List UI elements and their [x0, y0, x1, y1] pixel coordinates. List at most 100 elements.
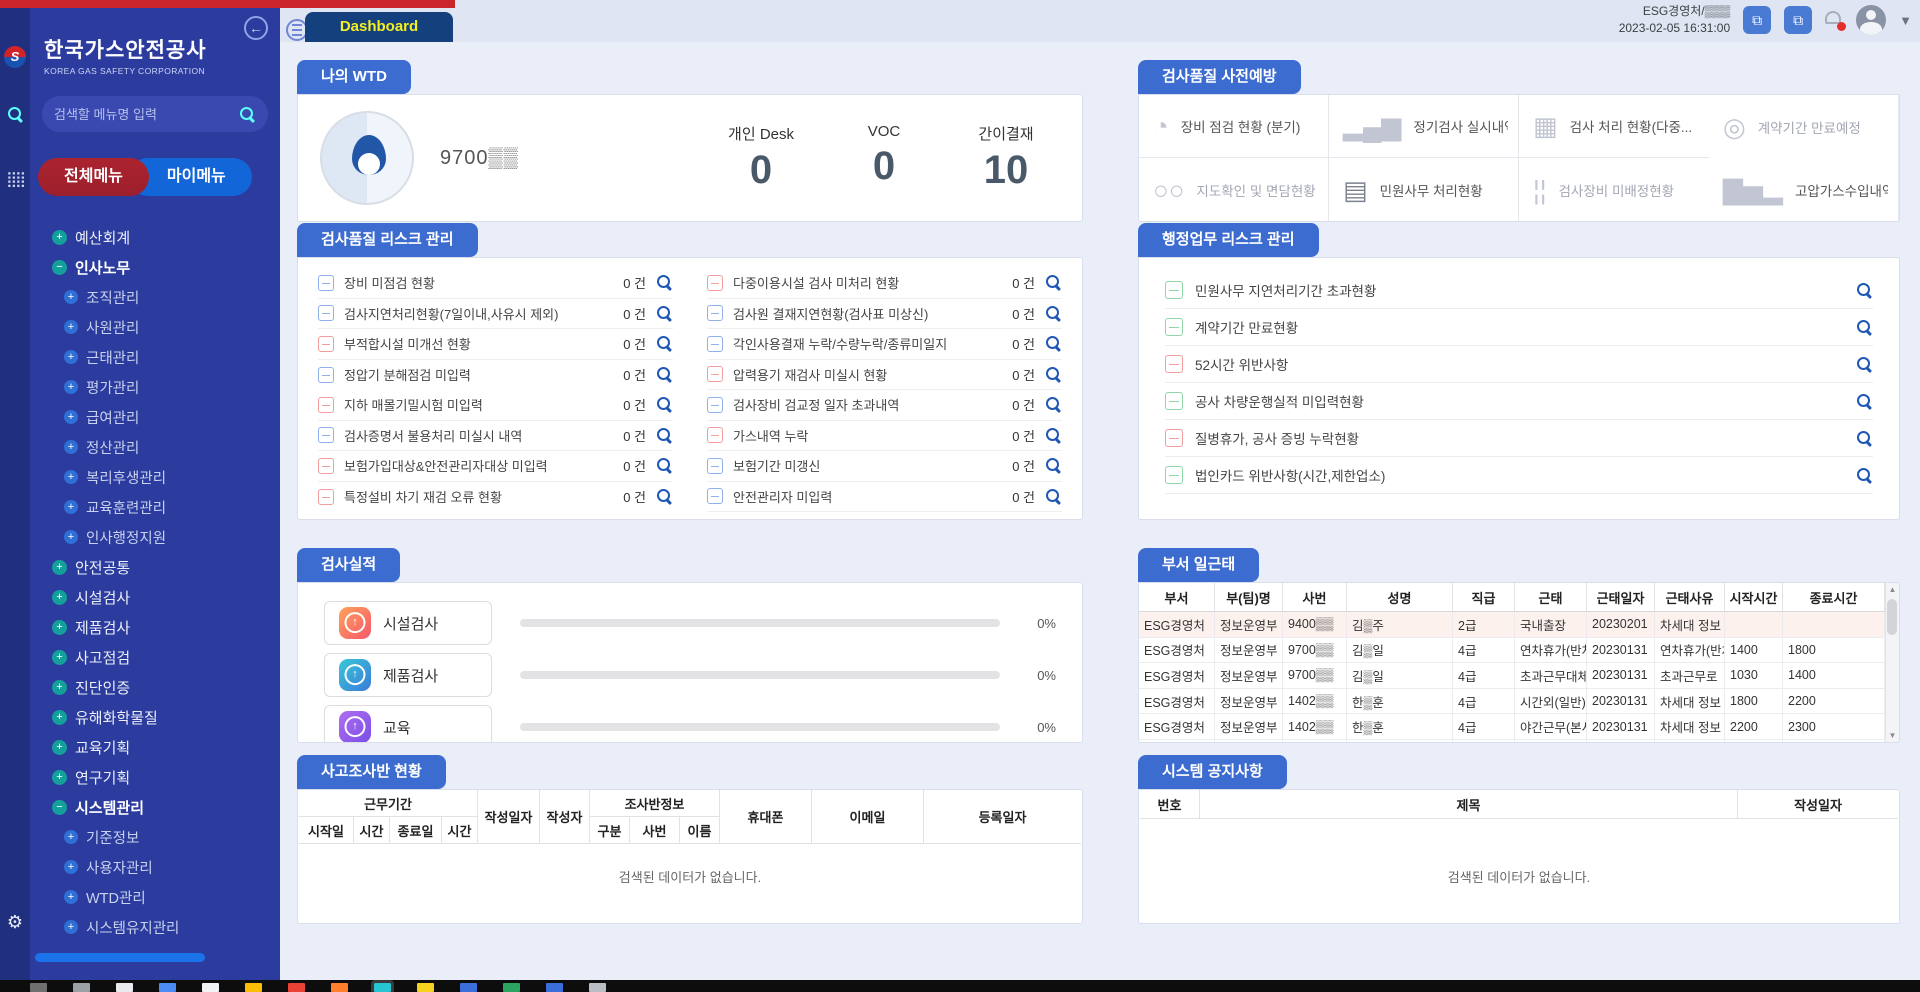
expand-toggle-icon[interactable]: + — [52, 680, 67, 695]
risk-item[interactable]: 안전관리자 미입력 0 건 — [707, 482, 1062, 513]
new-window-button[interactable]: ⧉ — [1784, 6, 1812, 34]
expand-toggle-icon[interactable]: + — [52, 650, 67, 665]
search-icon[interactable] — [0, 106, 30, 128]
sidebar-menu-item[interactable]: + 평가관리 — [30, 372, 280, 402]
zoom-search-icon[interactable] — [1856, 430, 1873, 447]
expand-toggle-icon[interactable]: + — [64, 920, 78, 934]
menu-search-icon[interactable] — [239, 106, 256, 123]
zoom-search-icon[interactable] — [1045, 366, 1062, 383]
table-row[interactable]: ESG경영처 정보운영부 9700▒▒ 김▒일 4급 초과근무대체 202301… — [1139, 663, 1885, 689]
risk-item[interactable]: 검사지연처리현황(7일이내,사유시 제외) 0 건 — [318, 299, 673, 330]
taskbar-icon[interactable] — [202, 983, 219, 992]
tab-all-menu[interactable]: 전체메뉴 — [38, 158, 149, 196]
expand-toggle-icon[interactable]: + — [52, 710, 67, 725]
sidebar-menu-item[interactable]: − 인사노무 — [30, 252, 280, 282]
sidebar-menu-item[interactable]: + 복리후생관리 — [30, 462, 280, 492]
prevention-tile[interactable]: ▦ 검사 처리 현황(다중... — [1519, 95, 1709, 158]
risk-item[interactable]: 지하 매몰기밀시험 미입력 0 건 — [318, 390, 673, 421]
zoom-search-icon[interactable] — [1045, 274, 1062, 291]
chevron-down-icon[interactable]: ▼ — [1899, 13, 1912, 28]
admin-risk-item[interactable]: 민원사무 지연처리기간 초과현황 — [1165, 272, 1873, 309]
expand-toggle-icon[interactable]: + — [64, 500, 78, 514]
notification-bell-icon[interactable] — [1825, 11, 1843, 29]
taskbar-icon[interactable] — [30, 983, 47, 992]
expand-toggle-icon[interactable]: − — [52, 800, 67, 815]
expand-toggle-icon[interactable]: + — [64, 530, 78, 544]
admin-risk-item[interactable]: 질병휴가, 공사 증빙 누락현황 — [1165, 420, 1873, 457]
sidebar-menu-item[interactable]: + 교육기획 — [30, 732, 280, 762]
expand-toggle-icon[interactable]: + — [52, 230, 67, 245]
user-avatar[interactable] — [1856, 5, 1886, 35]
zoom-search-icon[interactable] — [656, 488, 673, 505]
expand-toggle-icon[interactable]: + — [52, 590, 67, 605]
zoom-search-icon[interactable] — [656, 305, 673, 322]
tab-dashboard[interactable]: Dashboard — [305, 12, 453, 42]
taskbar-icon-active[interactable] — [374, 983, 391, 992]
table-row[interactable]: ESG경영처 정보운영부 1402▒▒ 한▒훈 4급 연차휴가 20230202… — [1139, 740, 1885, 743]
sidebar-menu-item[interactable]: + 진단인증 — [30, 672, 280, 702]
sidebar-menu-item[interactable]: + 인사행정지원 — [30, 522, 280, 552]
zoom-search-icon[interactable] — [656, 366, 673, 383]
corp-logo-icon[interactable]: S — [0, 46, 30, 68]
zoom-search-icon[interactable] — [1856, 282, 1873, 299]
admin-risk-item[interactable]: 계약기간 만료현황 — [1165, 309, 1873, 346]
risk-item[interactable]: 보험기간 미갱신 0 건 — [707, 451, 1062, 482]
expand-toggle-icon[interactable]: + — [64, 350, 78, 364]
risk-item[interactable]: 보험가입대상&안전관리자대상 미입력 0 건 — [318, 451, 673, 482]
zoom-search-icon[interactable] — [1045, 396, 1062, 413]
wtd-stat[interactable]: 간이결재 10 — [974, 123, 1038, 193]
taskbar-icon[interactable] — [460, 983, 477, 992]
expand-toggle-icon[interactable]: + — [64, 860, 78, 874]
sidebar-menu-item[interactable]: + 제품검사 — [30, 612, 280, 642]
prevention-tile[interactable]: ▂▄▆ 정기검사 실시내역... — [1329, 95, 1519, 158]
table-scrollbar[interactable]: ▲ ▼ — [1885, 583, 1899, 742]
zoom-search-icon[interactable] — [1045, 457, 1062, 474]
expand-toggle-icon[interactable]: + — [52, 560, 67, 575]
zoom-search-icon[interactable] — [1045, 488, 1062, 505]
sidebar-menu-item[interactable]: + 근태관리 — [30, 342, 280, 372]
zoom-search-icon[interactable] — [656, 335, 673, 352]
sidebar-menu-item[interactable]: + 교육훈련관리 — [30, 492, 280, 522]
expand-toggle-icon[interactable]: + — [64, 830, 78, 844]
table-row[interactable]: ESG경영처 정보운영부 1402▒▒ 한▒훈 4급 시간외(일반) 20230… — [1139, 689, 1885, 715]
expand-toggle-icon[interactable]: + — [64, 890, 78, 904]
risk-item[interactable]: 다중이용시설 검사 미처리 현황 0 건 — [707, 268, 1062, 299]
scroll-up-icon[interactable]: ▲ — [1889, 585, 1897, 594]
risk-item[interactable]: 각인사용결재 누락/수량누락/종류미일지 0 건 — [707, 329, 1062, 360]
expand-toggle-icon[interactable]: + — [52, 620, 67, 635]
taskbar-icon[interactable] — [116, 983, 133, 992]
zoom-search-icon[interactable] — [1045, 427, 1062, 444]
menu-search-input[interactable] — [54, 107, 239, 122]
zoom-search-icon[interactable] — [1856, 467, 1873, 484]
sidebar-menu-item[interactable]: + 시설검사 — [30, 582, 280, 612]
zoom-search-icon[interactable] — [1856, 393, 1873, 410]
taskbar-icon[interactable] — [546, 983, 563, 992]
prevention-tile[interactable]: ▇▅▂ 고압가스수입내역 — [1709, 158, 1899, 221]
risk-item[interactable]: 검사원 결재지연현황(검사표 미상신) 0 건 — [707, 299, 1062, 330]
expand-toggle-icon[interactable]: + — [64, 440, 78, 454]
expand-toggle-icon[interactable]: + — [64, 320, 78, 334]
taskbar-icon[interactable] — [288, 983, 305, 992]
os-taskbar[interactable] — [0, 980, 1920, 992]
wtd-stat[interactable]: VOC 0 — [852, 123, 916, 193]
prevention-tile[interactable]: ¦¦ 검사장비 미배정현황 — [1519, 158, 1709, 221]
zoom-search-icon[interactable] — [656, 274, 673, 291]
sidebar-menu-item[interactable]: + 급여관리 — [30, 402, 280, 432]
sidebar-menu-item[interactable]: + 조직관리 — [30, 282, 280, 312]
scroll-down-icon[interactable]: ▼ — [1889, 731, 1897, 740]
sidebar-menu-item[interactable]: + 정산관리 — [30, 432, 280, 462]
sidebar-menu-item[interactable]: + 사고점검 — [30, 642, 280, 672]
zoom-search-icon[interactable] — [1045, 305, 1062, 322]
table-row[interactable]: ESG경영처 정보운영부 9400▒▒ 김▒주 2급 국내출장 20230201… — [1139, 612, 1885, 638]
performance-category-chip[interactable]: 시설검사 — [324, 601, 492, 645]
table-row[interactable]: ESG경영처 정보운영부 1402▒▒ 한▒훈 4급 야간근무(본사) 2023… — [1139, 714, 1885, 740]
risk-item[interactable]: 압력용기 재검사 미실시 현황 0 건 — [707, 360, 1062, 391]
expand-toggle-icon[interactable]: + — [64, 470, 78, 484]
zoom-search-icon[interactable] — [1856, 319, 1873, 336]
prevention-tile[interactable]: ○○ 지도확인 및 면담현황 — [1139, 158, 1329, 221]
apps-grid-icon[interactable]: ⣿⣿ — [0, 170, 30, 189]
risk-item[interactable]: 검사장비 검교정 일자 초과내역 0 건 — [707, 390, 1062, 421]
admin-risk-item[interactable]: 법인카드 위반사항(시간,제한업소) — [1165, 457, 1873, 494]
admin-risk-item[interactable]: 52시간 위반사항 — [1165, 346, 1873, 383]
sidebar-menu-item[interactable]: + 안전공통 — [30, 552, 280, 582]
